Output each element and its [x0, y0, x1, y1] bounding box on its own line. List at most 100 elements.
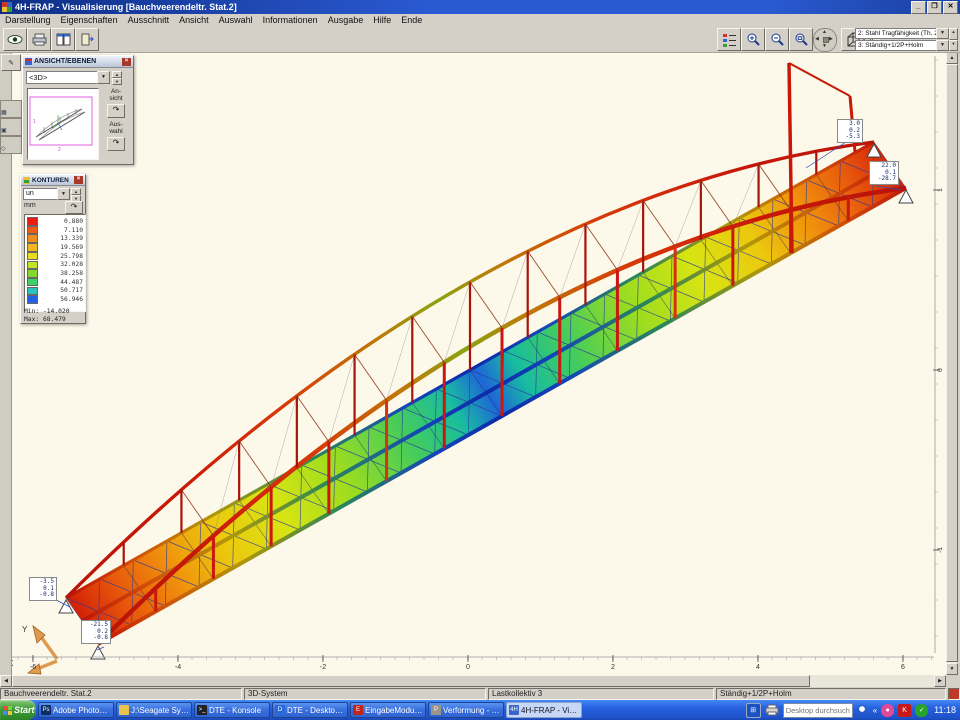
chevron-down-icon[interactable]: ▼: [97, 71, 110, 84]
ansicht-apply-button[interactable]: ↷: [107, 104, 125, 118]
menu-item-ende[interactable]: Ende: [396, 14, 427, 26]
panel-icon: [23, 177, 30, 184]
status-indicator[interactable]: [948, 688, 960, 700]
sketch-tool-button[interactable]: ✎: [1, 54, 21, 71]
pan-up-icon[interactable]: ▲: [822, 29, 827, 35]
loadcase-combo[interactable]: 3: Ständig+1/2P+Holm ▼: [855, 40, 949, 51]
node-result-annotation: 22.00.1-28.7: [869, 161, 899, 185]
taskbar-task-frap[interactable]: 4H4H-FRAP - Visualisier...: [506, 702, 582, 718]
taskbar-task-photoshop[interactable]: PsAdobe Photoshop CS3 E...: [38, 702, 114, 718]
menu-item-informationen[interactable]: Informationen: [258, 14, 323, 26]
view-thumbnail[interactable]: 1 2: [27, 88, 99, 160]
quantity-combo[interactable]: un ▼: [23, 188, 70, 200]
pan-control[interactable]: ▲ ▼ ◀ ▶: [813, 28, 837, 52]
menu-item-darstellung[interactable]: Darstellung: [0, 14, 56, 26]
desktop-search-input[interactable]: [783, 703, 853, 718]
legend-value: 13.339: [38, 235, 83, 242]
legend-value: 44.487: [38, 279, 83, 286]
pan-center[interactable]: [823, 37, 829, 43]
result-combo[interactable]: 2: Stahl Tragfähigkeit (Th. 2. O ▼: [855, 28, 949, 39]
spin-up-icon[interactable]: ▲: [112, 71, 122, 78]
zoom-window-icon: [794, 32, 809, 47]
vertical-scrollbar[interactable]: ▲ ▼: [946, 52, 958, 675]
tray-app-icon[interactable]: ●: [881, 704, 894, 717]
legend-value: 32.028: [38, 261, 83, 268]
close-icon[interactable]: ×: [122, 58, 131, 66]
zoom-in-button[interactable]: [741, 28, 765, 51]
scroll-right-icon[interactable]: ▶: [934, 675, 946, 687]
loadcase-spinner[interactable]: ▲▼: [949, 28, 958, 51]
refresh-contours-button[interactable]: ↷: [65, 201, 83, 214]
title-bar[interactable]: 4H-FRAP - Visualisierung [Bauchveerendel…: [0, 0, 960, 14]
windows-layout-button[interactable]: [51, 28, 75, 51]
eye-icon: [7, 34, 23, 45]
legend-row: 32.028: [27, 260, 83, 269]
taskbar-task-eingabe[interactable]: EEingabeModul [Bauchvee...: [350, 702, 426, 718]
close-icon[interactable]: ✕: [943, 1, 958, 14]
legend-row: 44.487: [27, 278, 83, 287]
spin-up-icon[interactable]: ▲: [949, 28, 958, 40]
panel-titlebar[interactable]: KONTUREN ×: [21, 175, 85, 186]
menu-item-ausschnitt[interactable]: Ausschnitt: [123, 14, 175, 26]
legend-value: 38.258: [38, 270, 83, 277]
scroll-down-icon[interactable]: ▼: [946, 663, 958, 675]
pan-down-icon[interactable]: ▼: [822, 43, 827, 49]
spin-up-icon[interactable]: ▲: [71, 188, 81, 195]
desktop: { "window": { "title": "4H-FRAP - Visual…: [0, 0, 960, 720]
pencil-icon: ✎: [8, 59, 14, 67]
exit-button[interactable]: [75, 28, 99, 51]
close-icon[interactable]: ×: [74, 176, 83, 184]
chevron-down-icon[interactable]: ▼: [57, 188, 70, 200]
menu-item-hilfe[interactable]: Hilfe: [368, 14, 396, 26]
docked-panel-button[interactable]: ▦: [0, 100, 22, 118]
taskbar-task-dte[interactable]: DDTE - Desktop Engineeri...: [272, 702, 348, 718]
menu-item-ansicht[interactable]: Ansicht: [174, 14, 214, 26]
view-spinner[interactable]: ▲▼: [112, 71, 122, 84]
zoom-window-button[interactable]: [789, 28, 813, 51]
auswahl-apply-button[interactable]: ↷: [107, 137, 125, 151]
dte-tray-icon[interactable]: ⊞: [746, 703, 761, 718]
taskbar-task-console[interactable]: >_DTE - Konsole: [194, 702, 270, 718]
taskbar-task-paint[interactable]: PVerformung - Paint: [428, 702, 504, 718]
search-icon[interactable]: [857, 704, 869, 716]
scroll-left-icon[interactable]: ◀: [0, 675, 12, 687]
docked-panel-button[interactable]: ◇: [0, 136, 22, 154]
vertical-scroll-thumb[interactable]: [946, 64, 958, 662]
view-eye-button[interactable]: [3, 28, 27, 51]
legend-value: 7.110: [38, 227, 83, 234]
spin-down-icon[interactable]: ▼: [949, 40, 958, 52]
tray-expand-icon[interactable]: «: [873, 706, 877, 715]
zoom-out-button[interactable]: [765, 28, 789, 51]
scroll-up-icon[interactable]: ▲: [946, 52, 958, 64]
minimize-icon[interactable]: _: [911, 1, 926, 14]
drawing-canvas[interactable]: [11, 52, 947, 676]
taskbar-task-folder[interactable]: J:\Seagate Sync\SyncRe...: [116, 702, 192, 718]
pan-right-icon[interactable]: ▶: [829, 36, 833, 42]
horizontal-scrollbar[interactable]: ◀ ▶: [0, 675, 946, 687]
docked-panel-button[interactable]: ▣: [0, 118, 22, 136]
printer-tray-icon[interactable]: [765, 704, 779, 716]
legend-list-button[interactable]: [717, 28, 741, 51]
view-combo[interactable]: <3D> ▼: [26, 71, 110, 84]
horizontal-scroll-thumb[interactable]: [12, 675, 810, 687]
restore-icon[interactable]: ❐: [927, 1, 942, 14]
menu-item-auswahl[interactable]: Auswahl: [214, 14, 258, 26]
menu-item-ausgabe[interactable]: Ausgabe: [323, 14, 369, 26]
panel-titlebar[interactable]: ANSICHT/EBENEN ×: [23, 56, 133, 68]
chevron-down-icon[interactable]: ▼: [936, 28, 949, 39]
print-button[interactable]: [27, 28, 51, 51]
start-button[interactable]: Start: [0, 700, 36, 720]
tray-status-icon[interactable]: ✓: [915, 704, 928, 717]
task-label: Verformung - Paint: [443, 706, 501, 715]
pan-left-icon[interactable]: ◀: [815, 36, 819, 42]
quantity-spinner[interactable]: ▲▼: [71, 188, 81, 200]
chevron-down-icon[interactable]: ▼: [936, 40, 949, 51]
legend-color-swatch: [27, 234, 38, 243]
dte-icon: D: [275, 705, 285, 715]
legend-color-swatch: [27, 269, 38, 278]
zoom-in-icon: [746, 32, 761, 47]
tray-k-icon[interactable]: K: [898, 704, 911, 717]
menu-item-eigenschaften[interactable]: Eigenschaften: [56, 14, 123, 26]
ansicht-label: An- sicht: [101, 89, 131, 102]
spin-down-icon[interactable]: ▼: [112, 78, 122, 85]
